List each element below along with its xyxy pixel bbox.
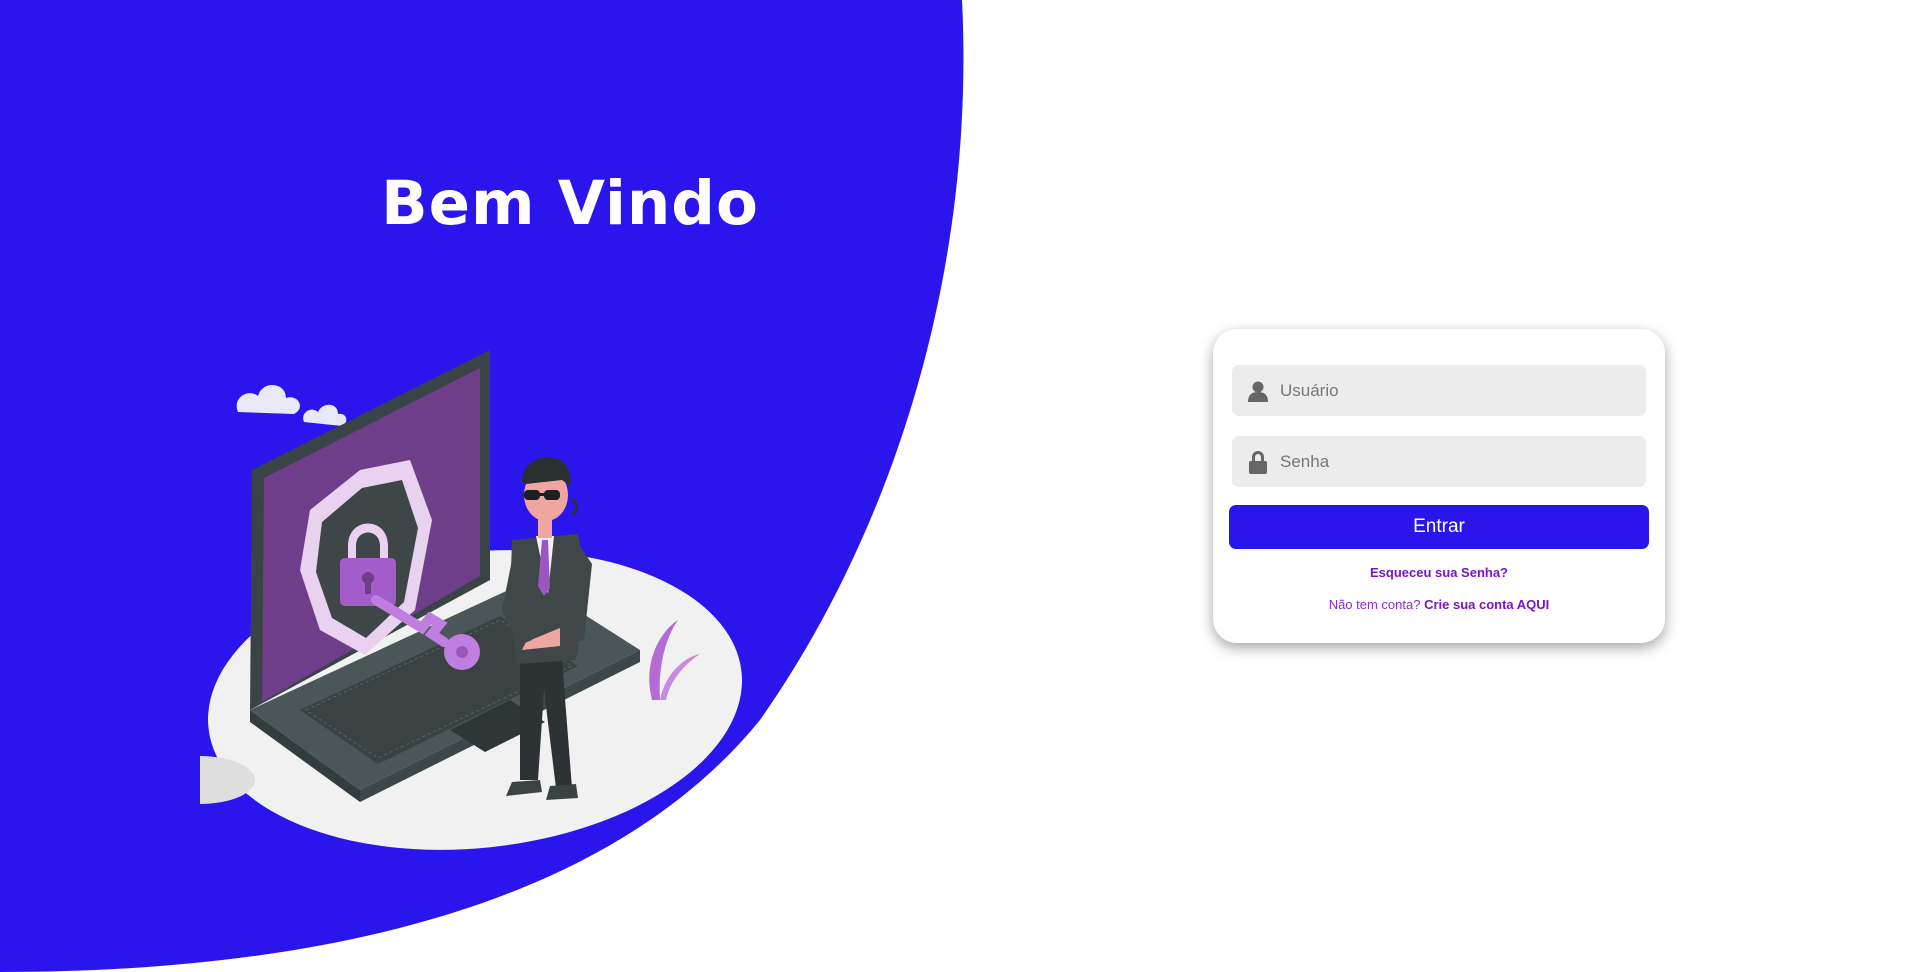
welcome-title: Bem Vindo xyxy=(381,168,759,239)
signup-row: Não tem conta? Crie sua conta AQUI xyxy=(1213,597,1665,612)
password-input[interactable] xyxy=(1280,436,1646,487)
username-input[interactable] xyxy=(1280,365,1646,416)
login-button[interactable]: Entrar xyxy=(1229,505,1649,549)
lock-icon xyxy=(1246,449,1270,475)
signup-link[interactable]: Crie sua conta AQUI xyxy=(1424,597,1549,612)
username-field[interactable] xyxy=(1232,365,1646,416)
user-icon xyxy=(1246,378,1270,404)
forgot-password-link[interactable]: Esqueceu sua Senha? xyxy=(1213,565,1665,580)
password-field[interactable] xyxy=(1232,436,1646,487)
security-illustration xyxy=(200,350,742,850)
login-page: Bem Vindo Usuário Entrar Esqueceu sua Se… xyxy=(0,0,1906,972)
login-card: Entrar Esqueceu sua Senha? Não tem conta… xyxy=(1213,329,1665,643)
signup-prompt: Não tem conta? xyxy=(1328,597,1425,612)
